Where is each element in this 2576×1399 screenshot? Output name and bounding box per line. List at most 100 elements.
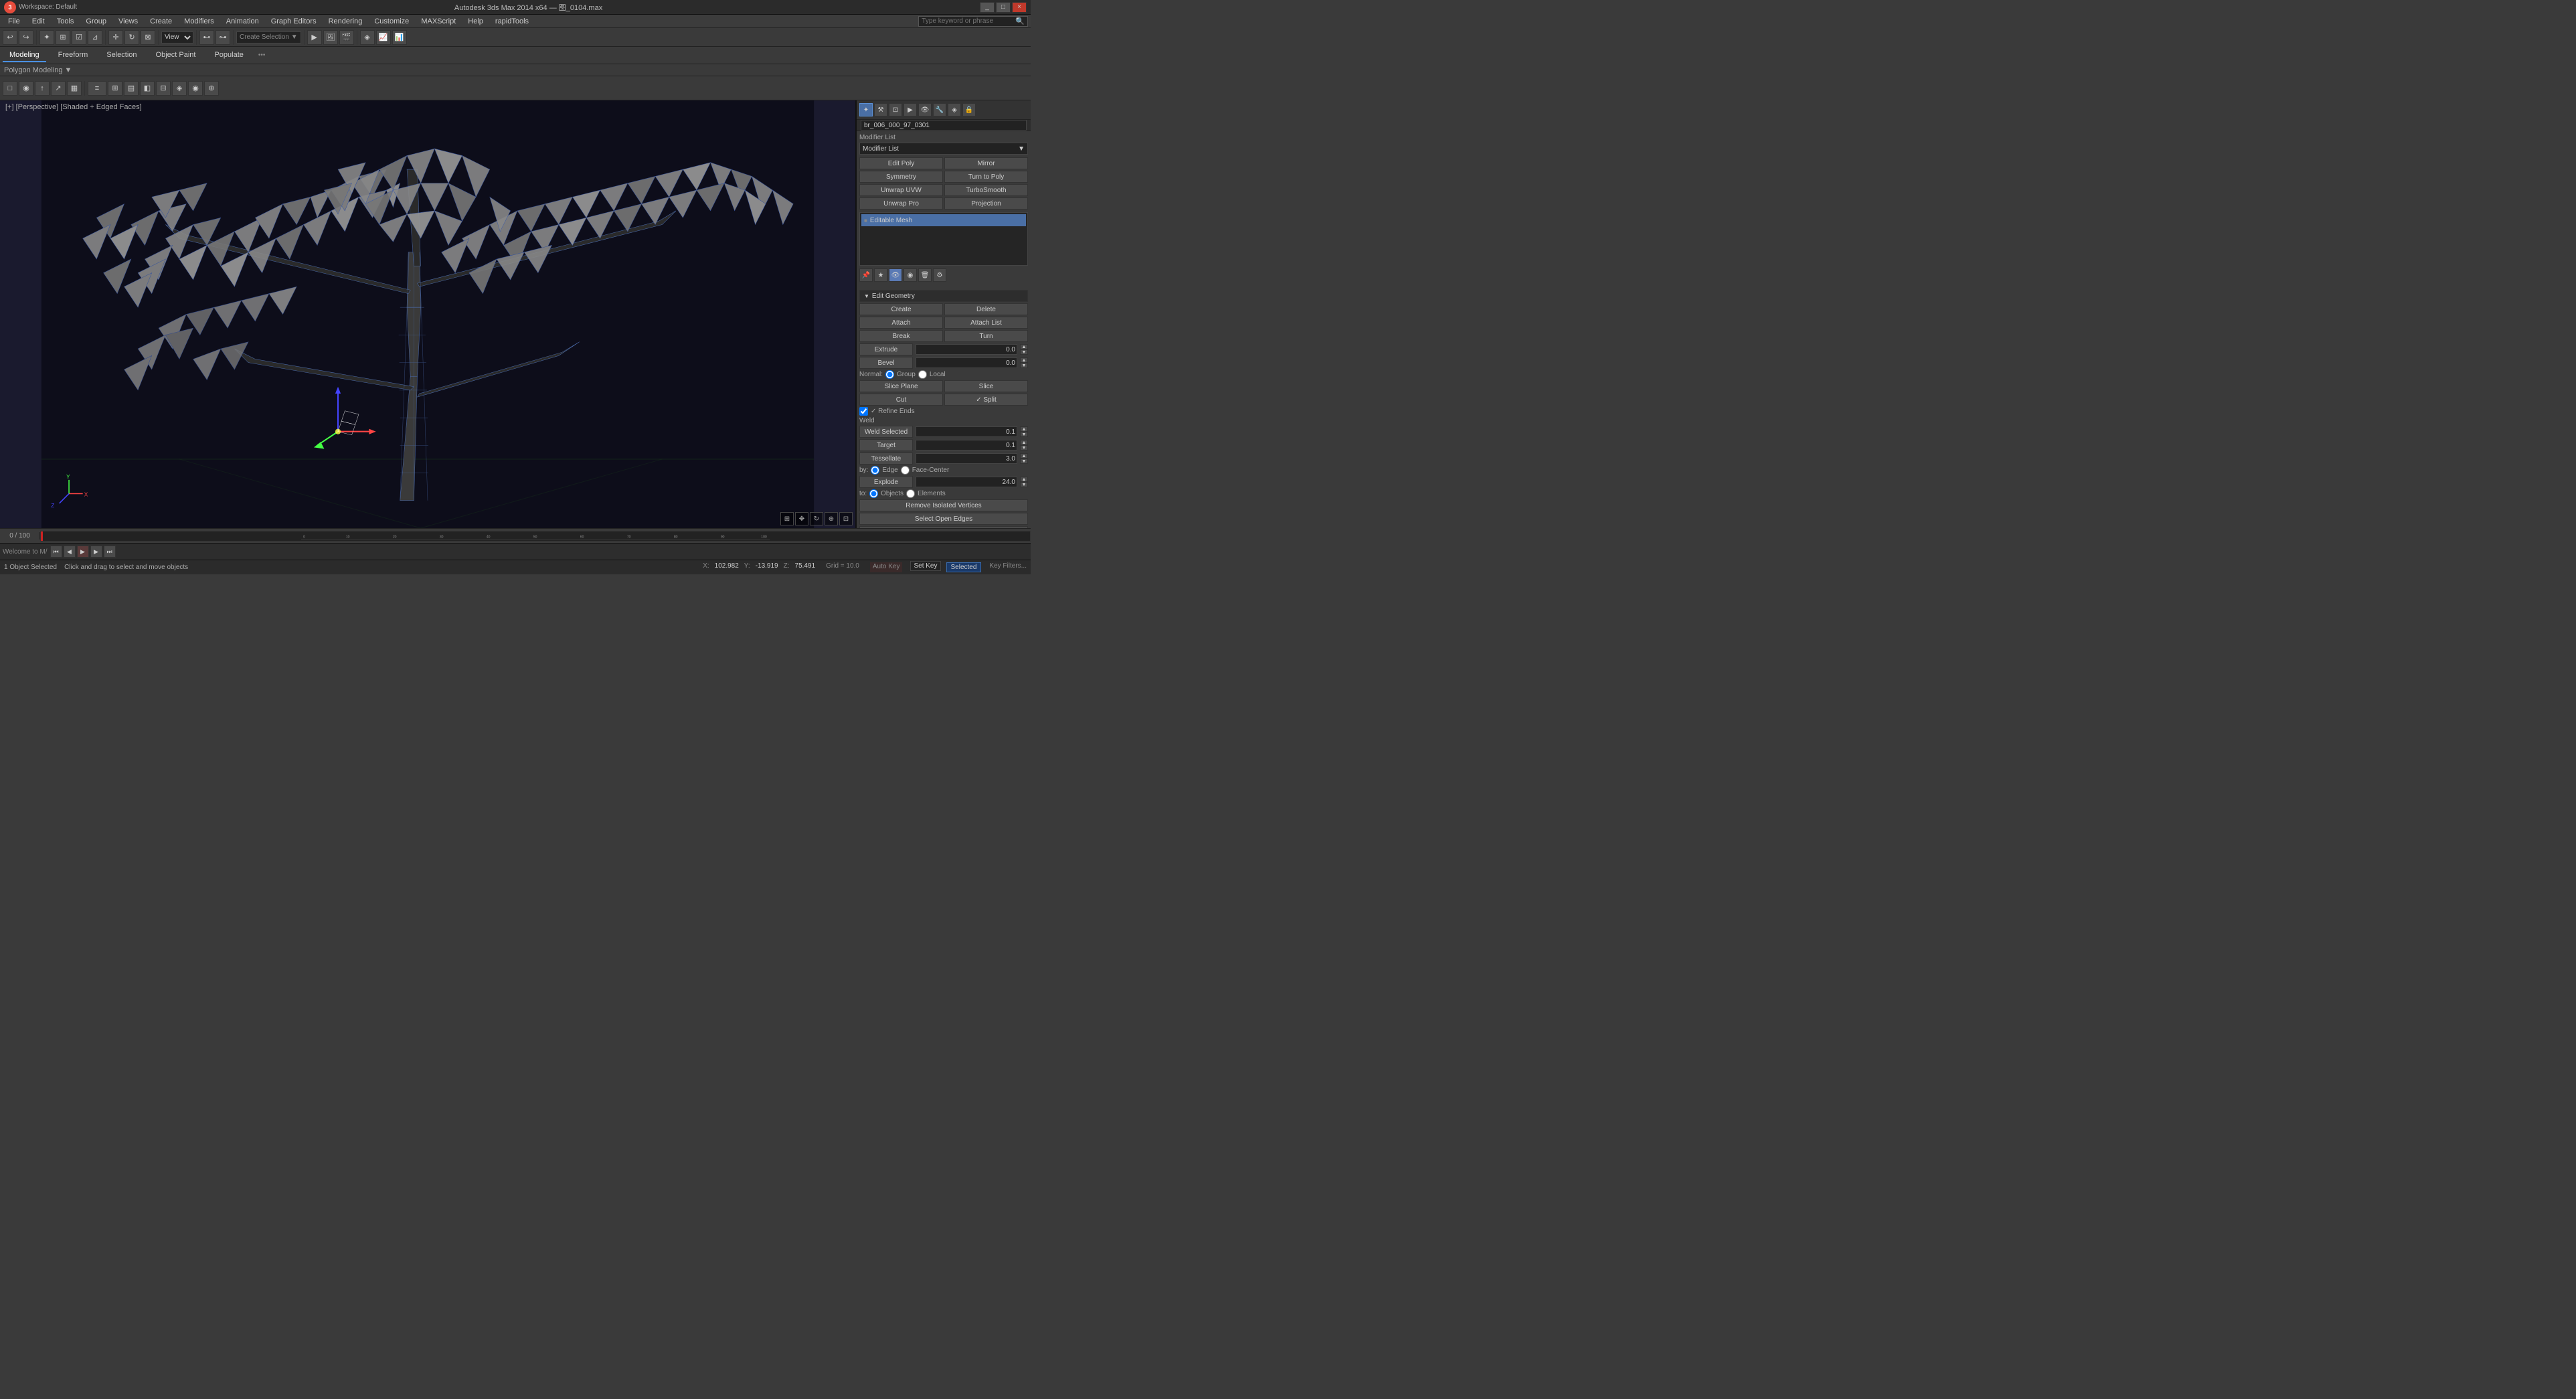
search-bar[interactable]: 🔍 (918, 16, 1028, 27)
stack-pin-btn[interactable]: 📌 (859, 268, 873, 282)
sub-tool-5[interactable]: ▦ (67, 81, 82, 96)
tess-down[interactable]: ▼ (1020, 459, 1028, 464)
sub-tool-11[interactable]: ◈ (172, 81, 187, 96)
time-cursor[interactable] (41, 531, 43, 541)
extrude-down[interactable]: ▼ (1020, 349, 1028, 355)
play-button[interactable]: ▶ (77, 546, 89, 558)
menu-rendering[interactable]: Rendering (323, 16, 368, 27)
sub-tool-8[interactable]: ▤ (124, 81, 139, 96)
quick-render-button[interactable]: 🎬 (339, 30, 354, 45)
vp-pan-button[interactable]: ✥ (795, 512, 808, 525)
menu-tools[interactable]: Tools (52, 16, 80, 27)
material-editor-button[interactable]: ◈ (360, 30, 375, 45)
menu-edit[interactable]: Edit (27, 16, 50, 27)
sub-tool-10[interactable]: ⊟ (156, 81, 171, 96)
sub-tool-12[interactable]: ◉ (188, 81, 203, 96)
vp-maximize-button[interactable]: ⊞ (780, 512, 794, 525)
slice-button[interactable]: Slice (944, 380, 1028, 392)
vp-zoom-button[interactable]: ⊕ (825, 512, 838, 525)
display-panel-icon[interactable]: 👁 (918, 103, 932, 116)
viewport[interactable]: [+] [Perspective] [Shaded + Edged Faces] (0, 100, 857, 528)
extrude-up[interactable]: ▲ (1020, 344, 1028, 349)
explode-value[interactable] (916, 477, 1017, 487)
mirror-btn[interactable]: Mirror (944, 157, 1028, 169)
select-button[interactable]: ✦ (39, 30, 54, 45)
turn-button[interactable]: Turn (944, 330, 1028, 342)
move-button[interactable]: ✛ (108, 30, 123, 45)
weld-target-value[interactable] (916, 440, 1017, 450)
explode-down[interactable]: ▼ (1020, 482, 1028, 487)
attach-button[interactable]: Attach (859, 317, 943, 329)
sub-tool-3[interactable]: ↑ (35, 81, 50, 96)
lock-icon[interactable]: 🔒 (962, 103, 976, 116)
weld-up[interactable]: ▲ (1020, 426, 1028, 432)
maximize-button[interactable]: □ (996, 2, 1011, 13)
reference-coord[interactable]: View World Local (161, 31, 193, 44)
workspace-selector[interactable]: Workspace: Default (19, 3, 77, 11)
bevel-value[interactable] (916, 357, 1017, 368)
search-input[interactable] (922, 17, 1015, 25)
edit-poly-btn[interactable]: Edit Poly (859, 157, 943, 169)
explode-objects-radio[interactable] (869, 489, 878, 498)
cut-button[interactable]: Cut (859, 394, 943, 406)
break-button[interactable]: Break (859, 330, 943, 342)
target-up[interactable]: ▲ (1020, 440, 1028, 445)
modify-panel-icon[interactable]: ⚒ (874, 103, 887, 116)
stack-delete-btn[interactable]: 🗑 (918, 268, 932, 282)
align-button[interactable]: ⊶ (216, 30, 230, 45)
weld-down[interactable]: ▼ (1020, 432, 1028, 437)
menu-rapidtools[interactable]: rapidTools (490, 16, 534, 27)
weld-selected-value[interactable] (916, 426, 1017, 437)
schematic-button[interactable]: 📊 (392, 30, 407, 45)
menu-group[interactable]: Group (80, 16, 112, 27)
sub-tool-2[interactable]: ◉ (19, 81, 33, 96)
attach-list-button[interactable]: Attach List (944, 317, 1028, 329)
stack-highlight-btn[interactable]: ★ (874, 268, 887, 282)
curve-editor-button[interactable]: 📈 (376, 30, 391, 45)
weld-selected-button[interactable]: Weld Selected (859, 426, 913, 438)
menu-maxscript[interactable]: MAXScript (416, 16, 461, 27)
menu-help[interactable]: Help (462, 16, 489, 27)
mirror-button[interactable]: ⊷ (199, 30, 214, 45)
vp-orbit-button[interactable]: ↻ (810, 512, 823, 525)
select-object-button[interactable]: ☑ (72, 30, 86, 45)
tessellate-button[interactable]: Tessellate (859, 452, 913, 465)
refine-ends-checkbox[interactable] (859, 407, 868, 416)
tess-edge-radio[interactable] (871, 466, 879, 475)
tab-freeform[interactable]: Freeform (52, 49, 95, 62)
poly-modeling-label[interactable]: Polygon Modeling ▼ (4, 66, 72, 74)
utilities-panel-icon[interactable]: 🔧 (933, 103, 946, 116)
render-button[interactable]: ▶ (307, 30, 322, 45)
bevel-down[interactable]: ▼ (1020, 363, 1028, 368)
close-button[interactable]: × (1012, 2, 1027, 13)
sub-tool-4[interactable]: ↗ (51, 81, 66, 96)
symmetry-btn[interactable]: Symmetry (859, 171, 943, 183)
select-lasso-button[interactable]: ⊿ (88, 30, 102, 45)
stack-item-editable-mesh[interactable]: Editable Mesh (861, 214, 1026, 226)
sub-tool-1[interactable]: □ (3, 81, 17, 96)
split-button[interactable]: ✓ Split (944, 394, 1028, 406)
render-frame-button[interactable]: 🖼 (323, 30, 338, 45)
rotate-button[interactable]: ↻ (124, 30, 139, 45)
options-icon[interactable]: ••• (258, 52, 266, 59)
turbosmooth-btn[interactable]: TurboSmooth (944, 184, 1028, 196)
slice-plane-button[interactable]: Slice Plane (859, 380, 943, 392)
menu-views[interactable]: Views (113, 16, 143, 27)
unwrap-pro-btn[interactable]: Unwrap Pro (859, 197, 943, 210)
sub-tool-13[interactable]: ⊕ (204, 81, 219, 96)
next-frame-button[interactable]: ▶ (90, 546, 102, 558)
menu-customize[interactable]: Customize (369, 16, 414, 27)
unwrap-uvw-btn[interactable]: Unwrap UVW (859, 184, 943, 196)
set-key-button[interactable]: Set Key (910, 562, 940, 572)
remove-isolated-button[interactable]: Remove Isolated Vertices (859, 499, 1028, 511)
select-region-button[interactable]: ⊞ (56, 30, 70, 45)
target-down[interactable]: ▼ (1020, 445, 1028, 450)
normal-group-radio[interactable] (885, 370, 894, 379)
selection-filter[interactable]: Create Selection ▼ (236, 31, 301, 44)
minimize-button[interactable]: _ (980, 2, 995, 13)
stack-settings-btn[interactable]: ⚙ (933, 268, 946, 282)
vp-zoom-all-button[interactable]: ⊡ (839, 512, 853, 525)
create-button[interactable]: Create (859, 303, 943, 315)
tess-up[interactable]: ▲ (1020, 453, 1028, 459)
modifier-list-dropdown[interactable]: Modifier List (859, 143, 1028, 155)
